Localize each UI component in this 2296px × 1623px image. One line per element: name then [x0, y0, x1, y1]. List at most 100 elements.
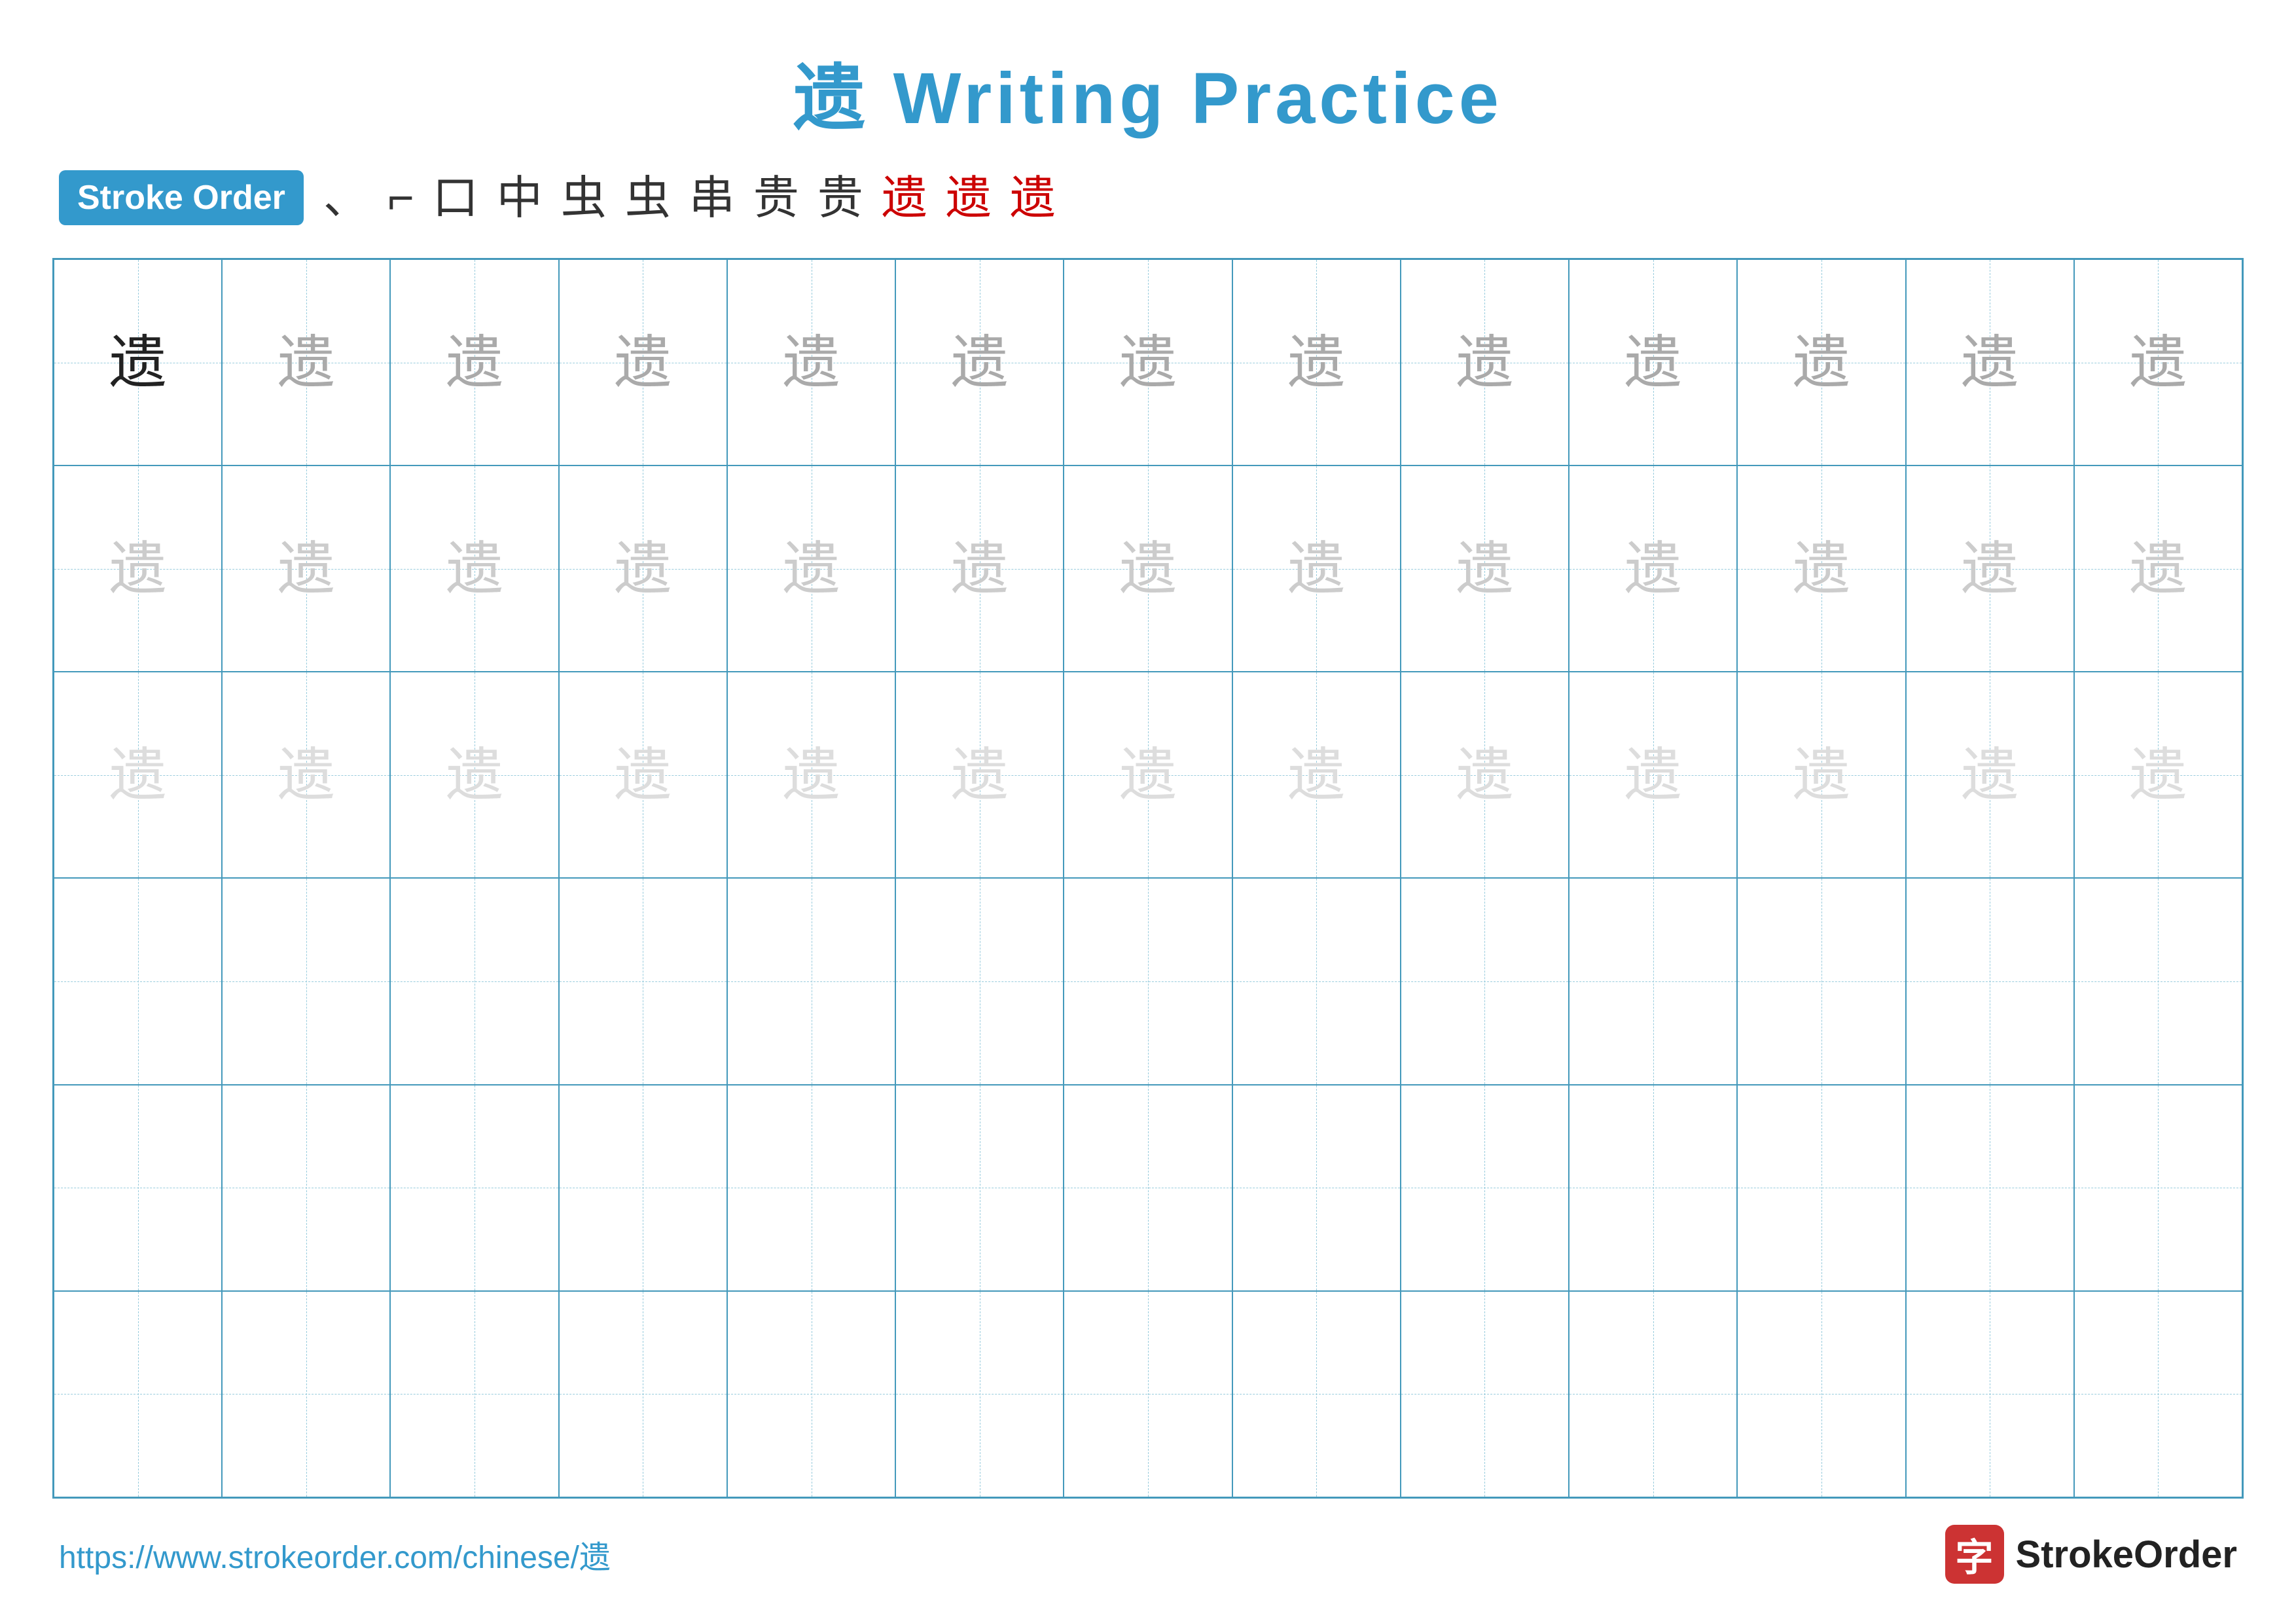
grid-cell[interactable]: 遗 [559, 259, 727, 465]
grid-cell[interactable]: 遗 [1569, 259, 1737, 465]
grid-cell[interactable]: 遗 [1401, 259, 1569, 465]
grid-cell[interactable]: 遗 [222, 259, 390, 465]
grid-cell[interactable]: 遗 [222, 465, 390, 672]
grid-cell[interactable] [895, 878, 1064, 1084]
grid-cell[interactable] [1064, 1085, 1232, 1291]
grid-cell[interactable] [2074, 1085, 2242, 1291]
practice-char: 遗 [614, 334, 672, 392]
stroke-4: 中 [497, 175, 543, 221]
practice-char: 遗 [951, 334, 1009, 392]
grid-cell[interactable] [1569, 878, 1737, 1084]
grid-cell[interactable]: 遗 [1906, 672, 2074, 878]
grid-cell[interactable]: 遗 [390, 465, 558, 672]
stroke-order-row: Stroke Order 、 ⌐ 口 中 虫 虫 串 贵 贵 遗 遗 遗 [52, 170, 2244, 225]
grid-cell[interactable]: 遗 [1232, 465, 1401, 672]
grid-cell[interactable] [559, 1085, 727, 1291]
grid-cell[interactable] [1569, 1085, 1737, 1291]
grid-cell[interactable]: 遗 [1906, 465, 2074, 672]
practice-char: 遗 [1456, 334, 1513, 392]
grid-cell[interactable]: 遗 [559, 465, 727, 672]
logo-icon-char: 字 [1956, 1527, 1994, 1582]
grid-cell[interactable] [1232, 1085, 1401, 1291]
page-title: 遗 Writing Practice [52, 39, 2244, 144]
grid-cell[interactable] [1737, 1291, 1905, 1497]
grid-cell[interactable] [222, 878, 390, 1084]
grid-cell[interactable] [727, 878, 895, 1084]
practice-char: 遗 [1119, 334, 1177, 392]
grid-cell[interactable] [727, 1291, 895, 1497]
grid-cell[interactable]: 遗 [1064, 259, 1232, 465]
grid-cell[interactable] [1401, 1085, 1569, 1291]
grid-cell[interactable] [1906, 1291, 2074, 1497]
grid-cell[interactable]: 遗 [727, 672, 895, 878]
grid-cell[interactable] [1569, 1291, 1737, 1497]
grid-cell[interactable] [1064, 878, 1232, 1084]
grid-cell[interactable]: 遗 [1064, 672, 1232, 878]
footer-url[interactable]: https://www.strokeorder.com/chinese/遗 [59, 1531, 611, 1577]
practice-char: 遗 [2129, 540, 2187, 598]
grid-cell[interactable] [559, 878, 727, 1084]
grid-cell[interactable]: 遗 [1737, 672, 1905, 878]
grid-cell[interactable]: 遗 [54, 465, 222, 672]
grid-cell[interactable] [54, 1085, 222, 1291]
grid-cell[interactable]: 遗 [54, 259, 222, 465]
grid-cell[interactable]: 遗 [222, 672, 390, 878]
grid-cell[interactable]: 遗 [1569, 672, 1737, 878]
grid-cell[interactable] [1906, 1085, 2074, 1291]
grid-cell[interactable] [1401, 878, 1569, 1084]
grid-cell[interactable] [390, 1085, 558, 1291]
grid-cell[interactable]: 遗 [2074, 259, 2242, 465]
grid-cell[interactable] [54, 1291, 222, 1497]
grid-cell[interactable] [895, 1085, 1064, 1291]
grid-cell[interactable]: 遗 [727, 259, 895, 465]
grid-cell[interactable] [1232, 1291, 1401, 1497]
title-chinese-char: 遗 [793, 58, 869, 139]
grid-cell[interactable] [727, 1085, 895, 1291]
grid-cell[interactable] [1064, 1291, 1232, 1497]
grid-cell[interactable]: 遗 [390, 259, 558, 465]
grid-cell[interactable] [895, 1291, 1064, 1497]
grid-cell[interactable]: 遗 [559, 672, 727, 878]
stroke-12: 遗 [1010, 175, 1056, 221]
grid-cell[interactable] [390, 878, 558, 1084]
grid-cell[interactable]: 遗 [727, 465, 895, 672]
grid-cell[interactable] [1737, 878, 1905, 1084]
grid-cell[interactable] [2074, 1291, 2242, 1497]
grid-cell[interactable]: 遗 [1737, 465, 1905, 672]
grid-cell[interactable]: 遗 [1401, 465, 1569, 672]
practice-char: 遗 [278, 540, 335, 598]
grid-cell[interactable]: 遗 [1569, 465, 1737, 672]
grid-cell[interactable]: 遗 [2074, 672, 2242, 878]
grid-cell[interactable] [559, 1291, 727, 1497]
grid-cell[interactable]: 遗 [1064, 465, 1232, 672]
grid-cell[interactable]: 遗 [390, 672, 558, 878]
practice-char: 遗 [109, 540, 167, 598]
grid-cell[interactable]: 遗 [2074, 465, 2242, 672]
stroke-7: 串 [689, 175, 735, 221]
grid-cell[interactable]: 遗 [1737, 259, 1905, 465]
grid-cell[interactable] [2074, 878, 2242, 1084]
grid-cell[interactable] [222, 1085, 390, 1291]
stroke-9: 贵 [817, 175, 863, 221]
stroke-10: 遗 [882, 175, 927, 221]
grid-cell[interactable]: 遗 [895, 465, 1064, 672]
grid-cell[interactable] [54, 878, 222, 1084]
grid-cell[interactable]: 遗 [1906, 259, 2074, 465]
practice-char: 遗 [783, 540, 840, 598]
grid-cell[interactable] [222, 1291, 390, 1497]
grid-cell[interactable] [1232, 878, 1401, 1084]
grid-cell[interactable]: 遗 [895, 672, 1064, 878]
grid-cell[interactable] [1737, 1085, 1905, 1291]
grid-cell[interactable] [390, 1291, 558, 1497]
practice-char: 遗 [446, 746, 503, 804]
practice-char: 遗 [1961, 334, 2018, 392]
practice-char: 遗 [1287, 334, 1345, 392]
grid-cell[interactable]: 遗 [1232, 259, 1401, 465]
grid-cell[interactable] [1401, 1291, 1569, 1497]
grid-cell[interactable] [1906, 878, 2074, 1084]
grid-cell[interactable]: 遗 [895, 259, 1064, 465]
grid-cell[interactable]: 遗 [54, 672, 222, 878]
practice-char: 遗 [1287, 540, 1345, 598]
grid-cell[interactable]: 遗 [1232, 672, 1401, 878]
grid-cell[interactable]: 遗 [1401, 672, 1569, 878]
